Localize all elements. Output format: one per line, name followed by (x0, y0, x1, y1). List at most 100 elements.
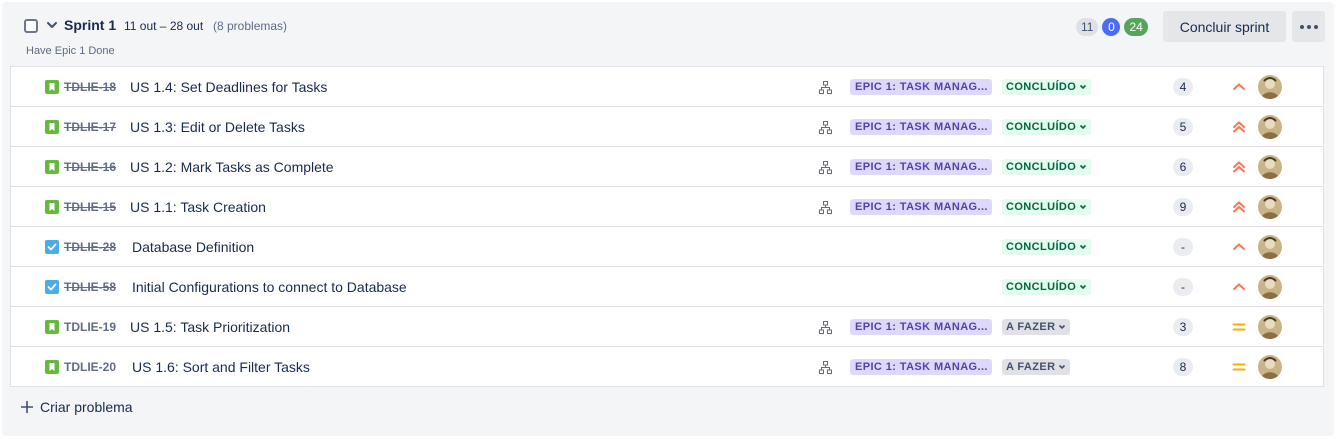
create-issue-label: Criar problema (40, 399, 133, 415)
assignee-avatar[interactable] (1258, 355, 1282, 379)
issue-summary[interactable]: Database Definition (132, 239, 254, 255)
sprint-goal: Have Epic 1 Done (26, 45, 115, 57)
status-dropdown[interactable]: CONCLUÍDO (1002, 279, 1092, 295)
priority-medium-icon[interactable] (1231, 239, 1247, 255)
priority-high-icon[interactable] (1231, 119, 1247, 135)
chevron-down-icon (1059, 364, 1066, 370)
issue-summary[interactable]: US 1.5: Task Prioritization (130, 319, 290, 335)
issue-key[interactable]: TDLIE-19 (64, 320, 116, 334)
chevron-down-icon[interactable] (45, 18, 59, 32)
sprint-title: Sprint 1 (64, 17, 117, 33)
priority-medium-icon[interactable] (1231, 279, 1247, 295)
issue-row[interactable]: TDLIE-15 US 1.1: Task Creation EPIC 1: TA… (11, 187, 1323, 227)
sprint-dates: 11 out – 28 out (124, 19, 204, 33)
issue-key[interactable]: TDLIE-17 (64, 120, 116, 134)
priority-normal-icon[interactable] (1231, 359, 1247, 375)
issue-key[interactable]: TDLIE-18 (64, 80, 116, 94)
status-dropdown[interactable]: A FAZER (1002, 359, 1071, 375)
assignee-avatar[interactable] (1258, 195, 1282, 219)
story-icon (45, 360, 59, 374)
issue-summary[interactable]: US 1.3: Edit or Delete Tasks (130, 119, 305, 135)
story-icon (45, 80, 59, 94)
story-points[interactable]: 8 (1173, 358, 1193, 376)
story-points[interactable]: - (1173, 278, 1193, 296)
issue-row[interactable]: TDLIE-16 US 1.2: Mark Tasks as Complete E… (11, 147, 1323, 187)
complete-sprint-button[interactable]: Concluir sprint (1163, 11, 1286, 42)
priority-normal-icon[interactable] (1231, 319, 1247, 335)
story-points[interactable]: 3 (1173, 318, 1193, 336)
priority-high-icon[interactable] (1231, 199, 1247, 215)
chevron-down-icon (1080, 124, 1087, 130)
story-icon (45, 200, 59, 214)
status-label: A FAZER (1006, 321, 1056, 333)
done-count: 24 (1124, 18, 1148, 36)
issue-key[interactable]: TDLIE-15 (64, 200, 116, 214)
issue-summary[interactable]: US 1.1: Task Creation (130, 199, 266, 215)
epic-lozenge[interactable]: EPIC 1: TASK MANAG... (850, 159, 992, 175)
status-dropdown[interactable]: CONCLUÍDO (1002, 119, 1092, 135)
issue-key[interactable]: TDLIE-20 (64, 360, 116, 374)
chevron-down-icon (1080, 284, 1087, 290)
assignee-avatar[interactable] (1258, 155, 1282, 179)
epic-lozenge[interactable]: EPIC 1: TASK MANAG... (850, 319, 992, 335)
story-points[interactable]: 5 (1173, 118, 1193, 136)
child-issues-icon[interactable] (819, 201, 832, 214)
story-icon (45, 320, 59, 334)
chevron-down-icon (1080, 164, 1087, 170)
status-dropdown[interactable]: CONCLUÍDO (1002, 239, 1092, 255)
issue-row[interactable]: TDLIE-28 Database Definition CONCLUÍDO - (11, 227, 1323, 267)
issue-key[interactable]: TDLIE-16 (64, 160, 116, 174)
sprint-issue-count: (8 problemas) (213, 19, 288, 33)
issue-key[interactable]: TDLIE-58 (64, 280, 116, 294)
status-counts: 11 0 24 (1076, 18, 1148, 36)
sprint-header: Sprint 1 11 out – 28 out (8 problemas) H… (2, 2, 1334, 64)
story-points[interactable]: 6 (1173, 158, 1193, 176)
epic-lozenge[interactable]: EPIC 1: TASK MANAG... (850, 79, 992, 95)
child-issues-icon[interactable] (819, 81, 832, 94)
status-dropdown[interactable]: CONCLUÍDO (1002, 159, 1092, 175)
status-dropdown[interactable]: A FAZER (1002, 319, 1071, 335)
todo-count: 11 (1076, 18, 1099, 36)
issue-summary[interactable]: Initial Configurations to connect to Dat… (132, 279, 407, 295)
priority-high-icon[interactable] (1231, 159, 1247, 175)
assignee-avatar[interactable] (1258, 115, 1282, 139)
story-points[interactable]: 9 (1173, 198, 1193, 216)
epic-lozenge[interactable]: EPIC 1: TASK MANAG... (850, 359, 992, 375)
create-issue-button[interactable]: Criar problema (20, 399, 133, 415)
story-points[interactable]: 4 (1173, 78, 1193, 96)
child-issues-icon[interactable] (819, 361, 832, 374)
more-actions-button[interactable] (1292, 11, 1325, 42)
chevron-down-icon (1080, 244, 1087, 250)
issue-summary[interactable]: US 1.4: Set Deadlines for Tasks (130, 79, 327, 95)
chevron-down-icon (1080, 84, 1087, 90)
assignee-avatar[interactable] (1258, 75, 1282, 99)
priority-medium-icon[interactable] (1231, 79, 1247, 95)
issue-row[interactable]: TDLIE-17 US 1.3: Edit or Delete Tasks EPI… (11, 107, 1323, 147)
issue-row[interactable]: TDLIE-58 Initial Configurations to connec… (11, 267, 1323, 307)
status-dropdown[interactable]: CONCLUÍDO (1002, 199, 1092, 215)
epic-lozenge[interactable]: EPIC 1: TASK MANAG... (850, 119, 992, 135)
more-icon (1299, 24, 1304, 29)
child-issues-icon[interactable] (819, 161, 832, 174)
child-issues-icon[interactable] (819, 321, 832, 334)
status-dropdown[interactable]: CONCLUÍDO (1002, 79, 1092, 95)
in-progress-count: 0 (1102, 18, 1121, 36)
assignee-avatar[interactable] (1258, 315, 1282, 339)
issue-row[interactable]: TDLIE-19 US 1.5: Task Prioritization EPIC… (11, 307, 1323, 347)
status-label: A FAZER (1006, 361, 1056, 373)
child-issues-icon[interactable] (819, 121, 832, 134)
issue-key[interactable]: TDLIE-28 (64, 240, 116, 254)
epic-lozenge[interactable]: EPIC 1: TASK MANAG... (850, 199, 992, 215)
status-label: CONCLUÍDO (1006, 281, 1077, 293)
sprint-container: Sprint 1 11 out – 28 out (8 problemas) H… (2, 2, 1334, 436)
sprint-checkbox[interactable] (24, 19, 38, 33)
assignee-avatar[interactable] (1258, 275, 1282, 299)
issue-summary[interactable]: US 1.2: Mark Tasks as Complete (130, 159, 334, 175)
status-label: CONCLUÍDO (1006, 121, 1077, 133)
status-label: CONCLUÍDO (1006, 81, 1077, 93)
assignee-avatar[interactable] (1258, 235, 1282, 259)
issue-row[interactable]: TDLIE-18 US 1.4: Set Deadlines for Tasks … (11, 67, 1323, 107)
issue-row[interactable]: TDLIE-20 US 1.6: Sort and Filter Tasks EP… (11, 347, 1323, 387)
issue-summary[interactable]: US 1.6: Sort and Filter Tasks (132, 359, 310, 375)
story-points[interactable]: - (1173, 238, 1193, 256)
